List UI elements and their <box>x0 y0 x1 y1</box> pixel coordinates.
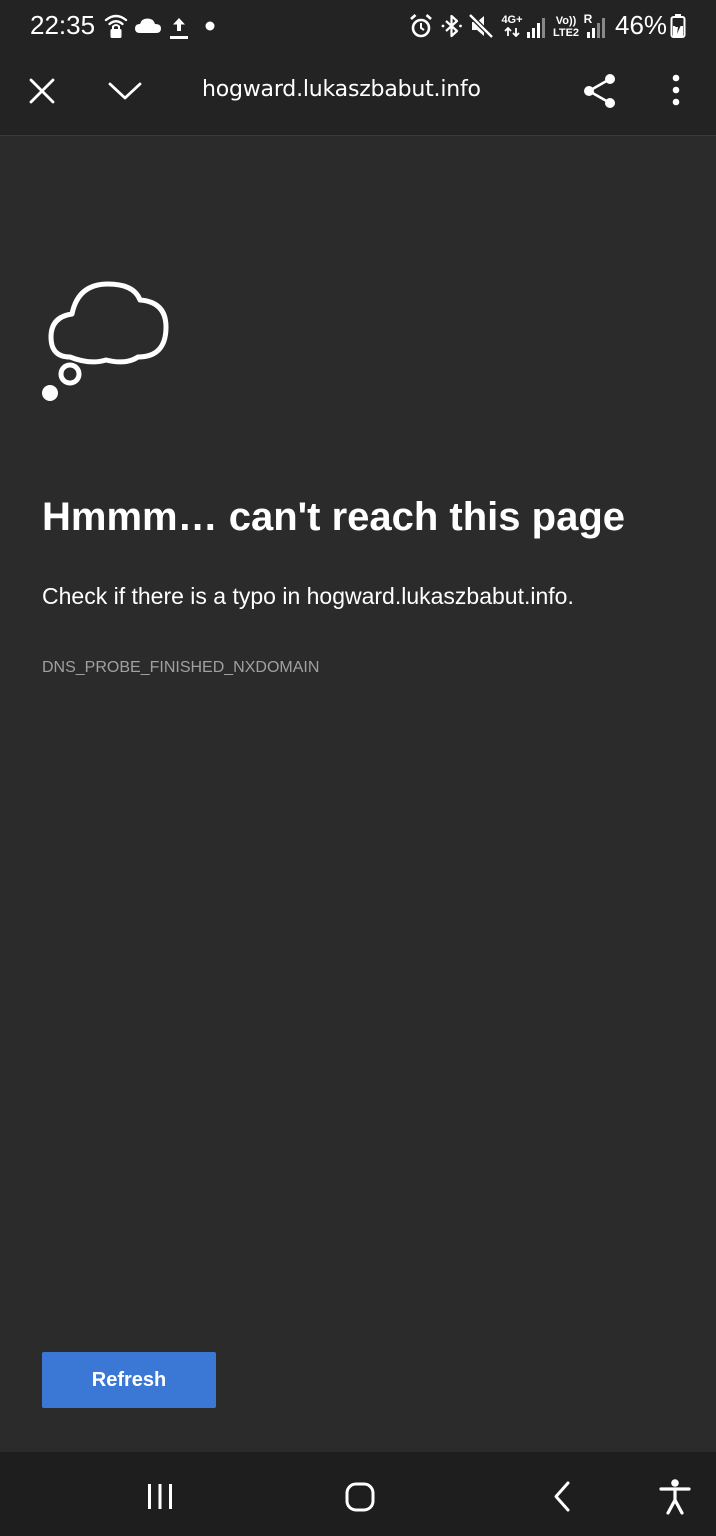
url-text[interactable]: hogward.lukaszbabut.info <box>202 77 481 102</box>
share-icon[interactable] <box>580 71 620 111</box>
signal-icon <box>527 18 545 38</box>
signal-icon <box>587 18 605 38</box>
notification-dot-icon <box>205 21 215 31</box>
home-icon[interactable] <box>340 1477 380 1517</box>
recents-icon[interactable] <box>140 1477 180 1517</box>
mute-icon <box>468 13 494 39</box>
bluetooth-icon <box>441 14 462 38</box>
system-nav-bar <box>0 1452 716 1536</box>
error-code: DNS_PROBE_FINISHED_NXDOMAIN <box>42 659 320 676</box>
battery-percentage: 46% <box>615 10 668 40</box>
browser-screen: 22:35 4G+ Vo)) LTE2 R 46% hogward.lukasz… <box>0 0 716 1536</box>
battery-charging-icon <box>670 14 686 38</box>
cloud-icon <box>135 18 161 33</box>
wifi-lock-icon <box>104 14 128 38</box>
upload-icon <box>170 18 188 39</box>
refresh-button[interactable]: Refresh <box>42 1352 216 1408</box>
error-description: Check if there is a typo in hogward.luka… <box>42 583 574 609</box>
thought-cloud-icon <box>42 281 169 401</box>
network-arrows-icon <box>504 26 520 38</box>
lte-label: LTE2 <box>552 27 580 39</box>
close-icon[interactable] <box>22 71 62 111</box>
status-bar: 22:35 4G+ Vo)) LTE2 R 46% <box>0 0 716 54</box>
back-icon[interactable] <box>542 1477 582 1517</box>
volte-label: Vo)) <box>555 15 577 27</box>
chevron-down-icon[interactable] <box>105 71 145 111</box>
browser-toolbar: hogward.lukaszbabut.info <box>0 54 716 136</box>
alarm-icon <box>410 14 432 38</box>
more-vert-icon[interactable] <box>666 71 686 111</box>
status-time: 22:35 <box>30 10 96 40</box>
error-heading: Hmmm… can't reach this page <box>42 495 626 539</box>
accessibility-icon[interactable] <box>655 1477 695 1517</box>
